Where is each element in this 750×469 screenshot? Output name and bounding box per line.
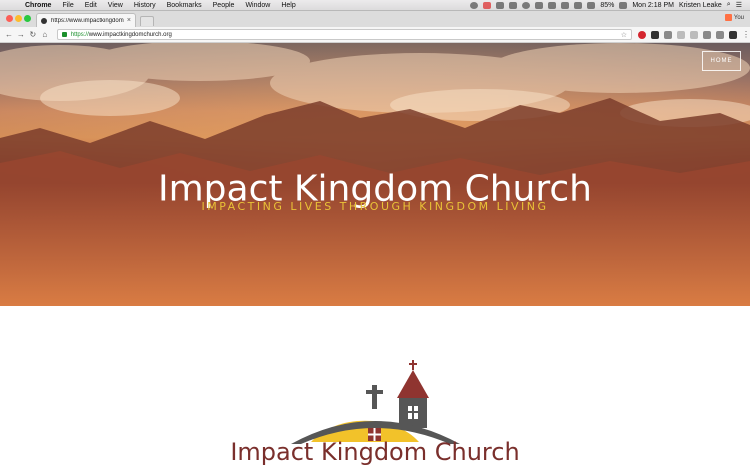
- status-tray: 85% Mon 2:18 PM Kristen Leake ⌕ ☰: [470, 1, 750, 9]
- cross-vertical: [372, 385, 377, 409]
- extension-icon-2[interactable]: [663, 30, 672, 39]
- new-tab-button[interactable]: [140, 16, 154, 26]
- spotlight-icon[interactable]: ⌕: [727, 1, 731, 9]
- reload-icon[interactable]: ↻: [27, 30, 39, 39]
- cross-horizontal: [366, 390, 383, 394]
- bookmark-star-icon[interactable]: ☆: [621, 31, 627, 39]
- extension-icon-4[interactable]: [689, 30, 698, 39]
- menu-view[interactable]: View: [108, 2, 123, 9]
- profile-button[interactable]: You: [724, 14, 744, 21]
- menu-bookmarks[interactable]: Bookmarks: [167, 2, 202, 9]
- menu-file[interactable]: File: [62, 2, 73, 9]
- window-minimize-button[interactable]: [15, 15, 22, 22]
- church-logo-graphic: [291, 360, 460, 444]
- volume-icon[interactable]: [587, 1, 596, 9]
- url-text[interactable]: https://www.impactkingdomchurch.org: [71, 32, 621, 38]
- battery-percent[interactable]: 85%: [600, 2, 614, 9]
- airplay-icon[interactable]: [574, 1, 583, 9]
- menu-history[interactable]: History: [134, 2, 156, 9]
- menubar-user[interactable]: Kristen Leake: [679, 2, 722, 9]
- backup-icon[interactable]: [509, 1, 518, 9]
- extension-icon-3[interactable]: [676, 30, 685, 39]
- hero-subtitle: IMPACTING LIVES THROUGH KINGDOM LIVING: [201, 200, 549, 213]
- menu-edit[interactable]: Edit: [85, 2, 97, 9]
- profile-badge-icon: [724, 14, 732, 21]
- sync-icon[interactable]: [522, 1, 531, 9]
- notification-icon[interactable]: [483, 1, 492, 9]
- cast-extension-icon[interactable]: [715, 30, 724, 39]
- logo-section: Impact Kingdom Church: [0, 306, 750, 469]
- dropbox-icon[interactable]: [496, 1, 505, 9]
- address-bar[interactable]: https://www.impactkingdomchurch.org ☆: [56, 29, 632, 40]
- secure-lock-icon[interactable]: [61, 32, 67, 37]
- menu-app-chrome[interactable]: Chrome: [25, 2, 51, 9]
- window-close-button[interactable]: [6, 15, 13, 22]
- battery-icon[interactable]: [619, 1, 628, 9]
- chrome-menu-icon[interactable]: ⋮: [742, 30, 750, 39]
- tab-strip: https://www.impactkingdomc × You: [0, 11, 750, 27]
- extension-icon-6[interactable]: [728, 30, 737, 39]
- forward-arrow-icon[interactable]: →: [15, 30, 27, 39]
- menubar-clock[interactable]: Mon 2:18 PM: [632, 2, 674, 9]
- clock-icon[interactable]: [548, 1, 557, 9]
- menu-window[interactable]: Window: [245, 2, 270, 9]
- url-host: www.impactkingdomchurch.org: [88, 31, 172, 38]
- pinterest-extension-icon[interactable]: [637, 30, 646, 39]
- home-nav-button[interactable]: HOME: [702, 51, 741, 71]
- hero-banner: HOME Impact Kingdom Church IMPACTING LIV…: [0, 43, 750, 306]
- creative-cloud-icon[interactable]: [470, 1, 479, 9]
- tab-close-icon[interactable]: ×: [127, 17, 131, 24]
- site-favicon-icon: [41, 17, 47, 24]
- menu-help[interactable]: Help: [281, 2, 295, 9]
- browser-toolbar: ← → ↻ ⌂ https://www.impactkingdomchurch.…: [0, 27, 750, 43]
- tab-active[interactable]: https://www.impactkingdomc ×: [36, 13, 136, 27]
- tab-title: https://www.impactkingdomc: [51, 17, 124, 24]
- notification-center-icon[interactable]: ☰: [736, 1, 742, 9]
- wifi-icon[interactable]: [561, 1, 570, 9]
- extensions-bar: [637, 30, 737, 39]
- profile-label: You: [733, 14, 744, 21]
- window-maximize-button[interactable]: [24, 15, 31, 22]
- extension-icon-5[interactable]: [702, 30, 711, 39]
- extension-icon-1[interactable]: [650, 30, 659, 39]
- logo-text: Impact Kingdom Church: [230, 438, 520, 466]
- url-scheme: https://: [70, 31, 89, 38]
- menu-people[interactable]: People: [213, 2, 235, 9]
- macos-menu-bar: Chrome File Edit View History Bookmarks …: [0, 0, 750, 11]
- home-icon[interactable]: ⌂: [39, 30, 51, 39]
- back-arrow-icon[interactable]: ←: [3, 30, 15, 39]
- steeple-roof: [397, 370, 429, 398]
- drive-icon[interactable]: [535, 1, 544, 9]
